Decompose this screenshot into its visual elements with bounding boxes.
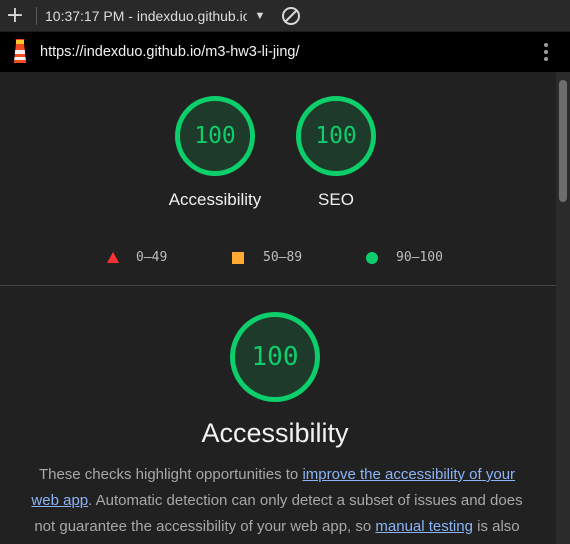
circle-icon (366, 251, 378, 264)
gauge-accessibility[interactable]: 100 Accessibility (155, 96, 275, 210)
legend-range: 90–100 (396, 250, 443, 265)
report-content: 100 Accessibility 100 SEO 0–49 50–89 90–… (0, 72, 556, 544)
scrollbar[interactable] (556, 72, 570, 544)
triangle-icon (107, 252, 119, 263)
tab-bar: + 10:37:17 PM - indexduo.github.io ▼ (0, 0, 570, 32)
block-icon (282, 6, 300, 25)
category-gauge: 100 (230, 312, 320, 402)
more-menu-button[interactable] (536, 32, 556, 72)
category-description: These checks highlight opportunities to … (24, 462, 530, 540)
tab-dropdown-button[interactable]: ▼ (247, 0, 273, 32)
scroll-thumb[interactable] (559, 80, 567, 202)
divider (0, 285, 556, 286)
gauge-label: Accessibility (168, 190, 262, 209)
square-icon (232, 251, 244, 264)
url-field[interactable]: https://indexduo.github.io/m3-hw3-li-jin… (40, 44, 300, 60)
gauge-seo[interactable]: 100 SEO (276, 96, 396, 210)
legend-pass: 90–100 (366, 250, 443, 265)
chevron-down-icon: ▼ (254, 9, 266, 22)
gauge-score: 100 (315, 123, 357, 149)
lighthouse-icon (0, 32, 40, 72)
score-legend: 0–49 50–89 90–100 (0, 250, 556, 270)
gauge-score: 100 (251, 342, 299, 372)
description-text: is also (472, 518, 520, 535)
category-title: Accessibility (201, 418, 349, 448)
description-text: These checks highlight opportunities to (38, 466, 303, 483)
gauge-ring: 100 (296, 96, 376, 176)
new-tab-button[interactable]: + (0, 0, 30, 32)
block-button[interactable] (273, 0, 309, 32)
legend-range: 50–89 (263, 250, 303, 265)
kebab-menu-icon (544, 43, 548, 61)
legend-range: 0–49 (136, 250, 168, 265)
legend-average: 50–89 (232, 250, 302, 265)
gauge-label: SEO (318, 190, 354, 209)
legend-fail: 0–49 (107, 250, 167, 265)
tab-title[interactable]: 10:37:17 PM - indexduo.github.io (45, 8, 247, 24)
gauge-ring: 100 (175, 96, 255, 176)
plus-icon: + (5, 2, 25, 28)
address-bar: https://indexduo.github.io/m3-hw3-li-jin… (0, 32, 570, 72)
gauge-score: 100 (194, 123, 236, 149)
separator (36, 6, 37, 25)
gauge-ring: 100 (230, 312, 320, 402)
manual-testing-link[interactable]: manual testing (375, 518, 473, 535)
